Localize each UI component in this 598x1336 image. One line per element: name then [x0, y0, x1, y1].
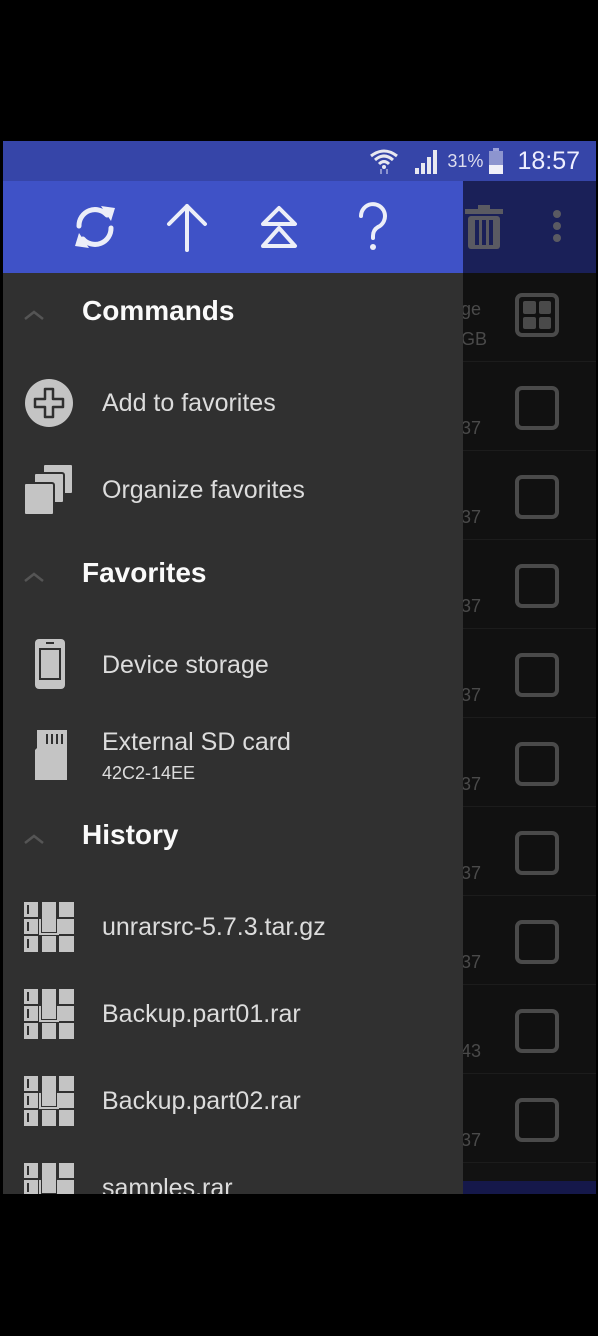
chevron-up-icon[interactable] [23, 571, 45, 583]
add-circle-icon [25, 379, 73, 427]
history-item[interactable]: unrarsrc-5.7.3.tar.gz [3, 885, 463, 972]
archive-icon [24, 902, 74, 952]
refresh-button[interactable] [67, 199, 123, 255]
menu-item-add-to-favorites[interactable]: Add to favorites [3, 361, 463, 448]
row-checkbox[interactable] [515, 831, 559, 875]
row-meta-secondary: 37 [461, 418, 482, 438]
section-header-commands[interactable]: Commands [3, 273, 463, 361]
row-meta-secondary: 37 [461, 774, 482, 794]
row-checkbox[interactable] [515, 653, 559, 697]
menu-item-device-storage[interactable]: Device storage [3, 623, 463, 710]
status-bar: 31% 18:57 [3, 141, 596, 181]
row-checkbox[interactable] [515, 475, 559, 519]
item-label: Backup.part02.rar [102, 1087, 301, 1115]
double-up-triangle-icon [261, 206, 297, 248]
row-meta-secondary: 37 [461, 1130, 482, 1150]
help-icon [359, 202, 387, 250]
wifi-icon [370, 149, 399, 174]
drawer-toolbar [3, 181, 463, 273]
row-checkbox[interactable] [515, 742, 559, 786]
row-meta-secondary: 37 [461, 685, 482, 705]
row-meta-secondary: 37 [461, 863, 482, 883]
trash-icon[interactable] [465, 205, 503, 249]
item-label: unrarsrc-5.7.3.tar.gz [102, 913, 326, 941]
item-label: samples.rar [102, 1174, 233, 1194]
signal-icon [415, 150, 438, 174]
section-title: Favorites [82, 557, 207, 588]
row-checkbox[interactable] [515, 564, 559, 608]
phone-icon [35, 639, 65, 689]
root-button[interactable] [251, 199, 307, 255]
item-label: Device storage [102, 651, 269, 679]
row-meta-secondary: 37 [461, 596, 482, 616]
row-checkbox[interactable] [515, 1009, 559, 1053]
clock: 18:57 [517, 146, 580, 175]
section-header-history[interactable]: History [3, 797, 463, 885]
row-checkbox[interactable] [515, 1098, 559, 1142]
history-item[interactable]: Backup.part02.rar [3, 1059, 463, 1146]
select-all-icon[interactable] [515, 293, 559, 337]
row-meta-secondary: 37 [461, 507, 482, 527]
archive-icon [24, 989, 74, 1039]
chevron-up-icon[interactable] [23, 309, 45, 321]
navigation-drawer: Commands Add to favorites Organize favor… [3, 181, 463, 1194]
more-vert-icon[interactable] [551, 209, 563, 243]
row-meta-secondary: GB [461, 329, 488, 349]
menu-item-external-sd-card[interactable]: External SD card 42C2-14EE [3, 710, 463, 797]
up-button[interactable] [159, 199, 215, 255]
archive-icon [24, 1076, 74, 1126]
section-title: Commands [82, 295, 235, 326]
item-label: Organize favorites [102, 476, 305, 504]
section-header-favorites[interactable]: Favorites [3, 535, 463, 623]
item-label: Backup.part01.rar [102, 1000, 301, 1028]
item-label: Add to favorites [102, 389, 276, 417]
section-title: History [82, 819, 179, 850]
battery-percent: 31% [447, 150, 484, 171]
arrow-up-icon [167, 204, 207, 252]
stacked-squares-icon [23, 464, 74, 516]
row-meta-secondary: 37 [461, 952, 482, 972]
history-item[interactable]: Backup.part01.rar [3, 972, 463, 1059]
screen: 31% 18:57 ge GB 37 37 37 37 37 37 37 43 … [3, 141, 596, 1194]
drawer-content: Commands Add to favorites Organize favor… [3, 273, 463, 1194]
row-checkbox[interactable] [515, 386, 559, 430]
row-meta-secondary: 43 [461, 1041, 482, 1061]
row-checkbox[interactable] [515, 920, 559, 964]
refresh-icon [75, 206, 115, 248]
sd-card-icon [35, 730, 67, 780]
archive-icon [24, 1163, 74, 1194]
item-sublabel: 42C2-14EE [102, 763, 196, 783]
help-button[interactable] [345, 199, 401, 255]
history-item[interactable]: samples.rar [3, 1146, 463, 1194]
row-meta: ge [461, 299, 482, 319]
item-label: External SD card [102, 728, 291, 756]
menu-item-organize-favorites[interactable]: Organize favorites [3, 448, 463, 535]
battery-icon [489, 148, 504, 174]
chevron-up-icon[interactable] [23, 833, 45, 845]
